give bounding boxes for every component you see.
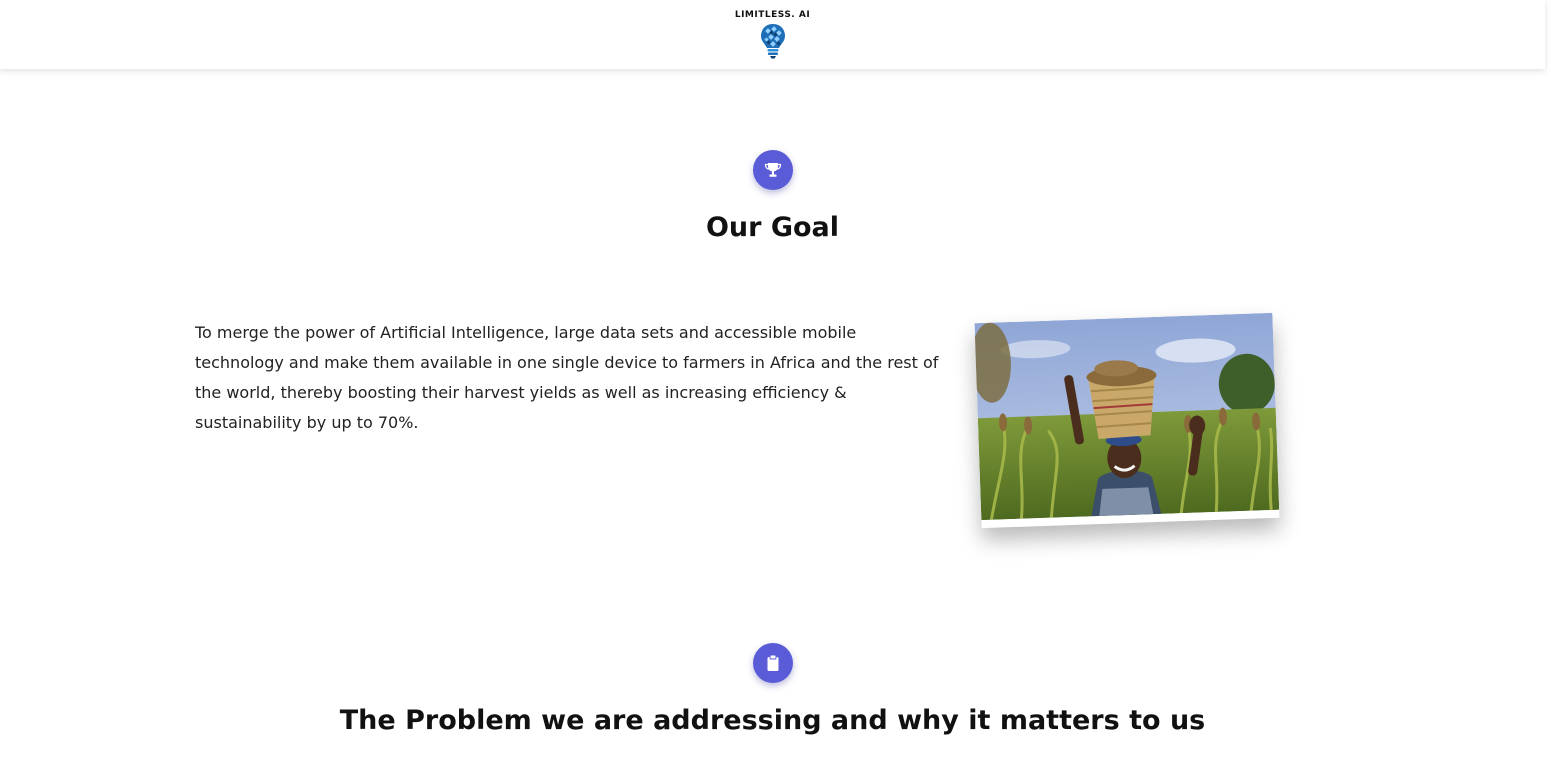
problem-title: The Problem we are addressing and why it… [339, 705, 1206, 736]
farmer-photo [974, 312, 1280, 529]
lightbulb-icon [760, 23, 786, 63]
site-header: LIMITLESS. AI [0, 0, 1545, 69]
logo-text: LIMITLESS. AI [734, 10, 811, 20]
trophy-icon [753, 150, 793, 190]
clipboard-icon [753, 643, 793, 683]
logo[interactable]: LIMITLESS. AI [735, 9, 810, 63]
goal-title: Our Goal [705, 212, 840, 243]
goal-description: To merge the power of Artificial Intelli… [195, 323, 939, 432]
page-scrollbar[interactable] [1545, 0, 1560, 759]
